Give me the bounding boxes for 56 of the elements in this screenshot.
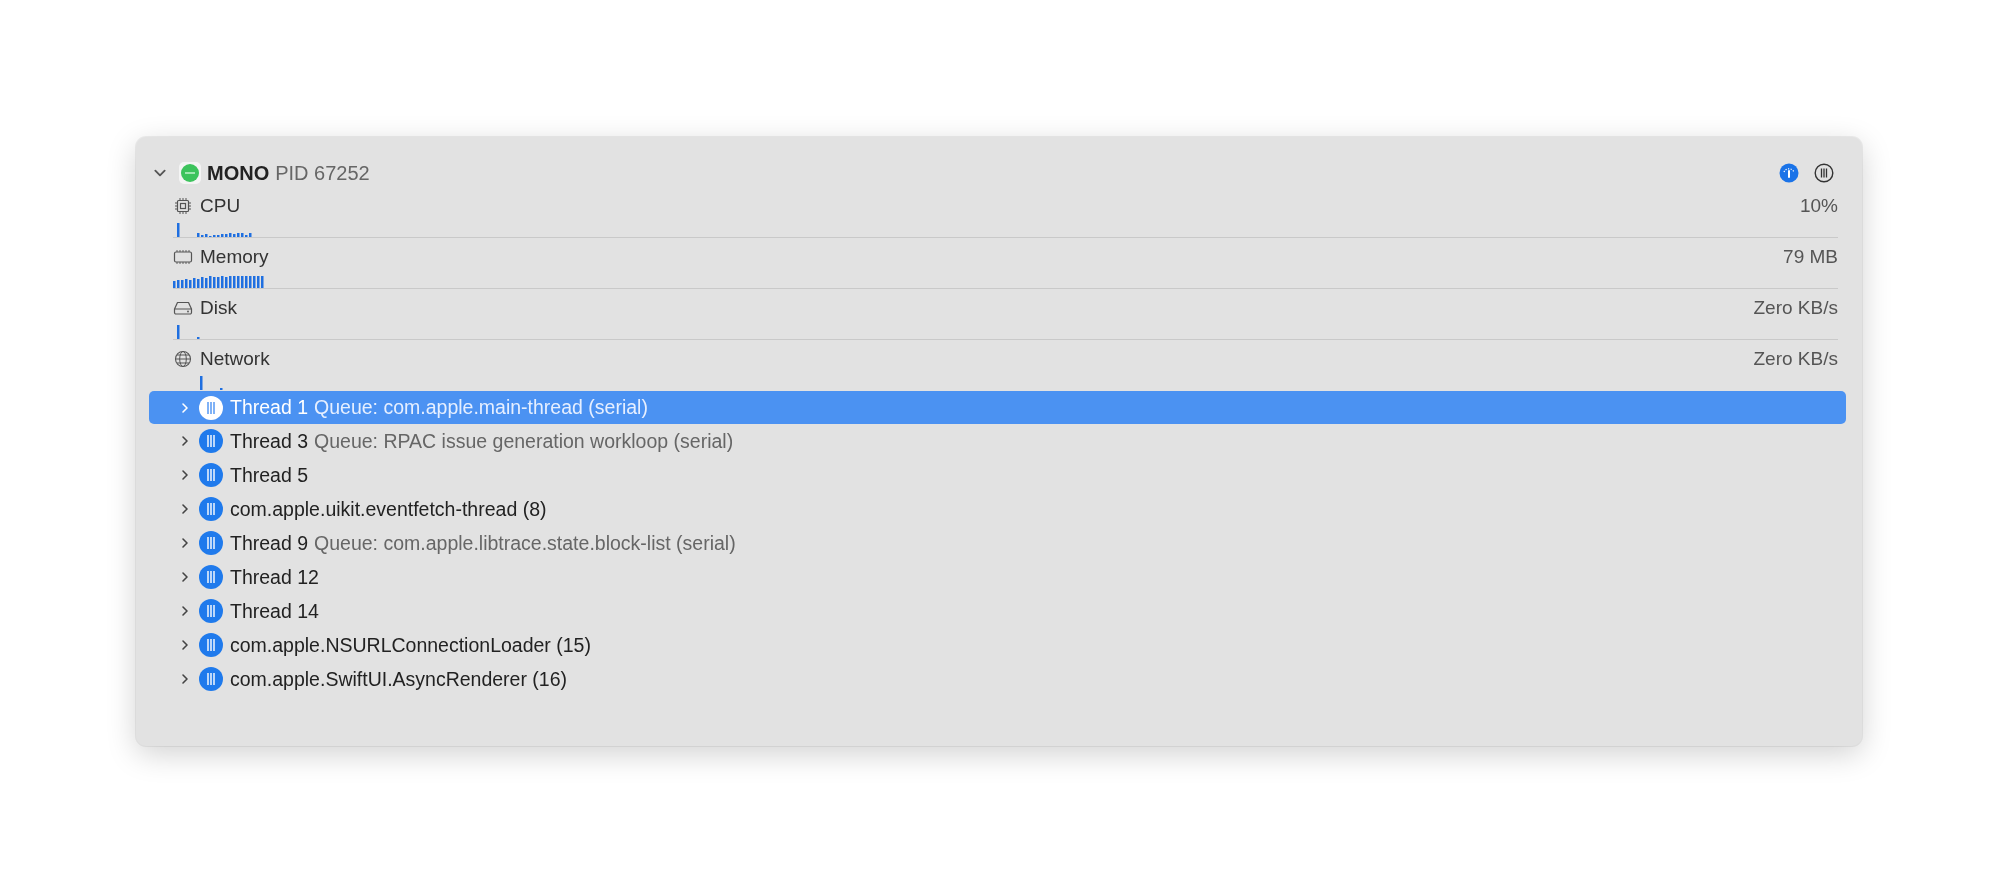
thread-icon xyxy=(199,429,223,453)
memory-icon xyxy=(173,248,193,266)
thread-icon xyxy=(199,565,223,589)
gauge-label: Network xyxy=(200,348,270,370)
chevron-icon[interactable] xyxy=(179,673,191,685)
thread-icon xyxy=(199,633,223,657)
queue-name: Queue: com.apple.libtrace.state.block-list (serial) xyxy=(314,531,736,555)
chevron-icon[interactable] xyxy=(179,639,191,651)
gauge-reading: Zero KB/s xyxy=(1753,348,1838,370)
thread-row[interactable]: Thread 14 xyxy=(149,594,1846,628)
thread-name: com.apple.SwiftUI.AsyncRenderer (16) xyxy=(230,667,568,691)
chevron-icon[interactable] xyxy=(179,571,191,583)
thread-icon xyxy=(199,497,223,521)
thread-name: Thread 3 xyxy=(230,429,309,453)
thread-row[interactable]: Thread 5 xyxy=(149,458,1846,492)
thread-name: Thread 5 xyxy=(230,463,309,487)
sparkline xyxy=(200,376,224,390)
gauge-reading: 10% xyxy=(1799,195,1838,217)
chip-icon xyxy=(173,197,193,215)
process-name: MONO xyxy=(207,161,270,185)
sparkline xyxy=(177,325,201,339)
thread-name: com.apple.uikit.eventfetch-thread (8) xyxy=(230,497,547,521)
thread-icon xyxy=(199,395,223,420)
process-id: PID 67252 xyxy=(275,161,370,185)
gauge-reading: 79 MB xyxy=(1783,246,1838,268)
drive-icon xyxy=(173,299,193,317)
thread-row[interactable]: com.apple.NSURLConnectionLoader (15) xyxy=(149,628,1846,662)
gauge-label: CPU xyxy=(200,195,241,217)
chevron-icon[interactable] xyxy=(179,537,191,549)
gauge-label: Memory xyxy=(200,246,269,268)
thread-icon xyxy=(199,599,223,623)
threads-icon[interactable] xyxy=(1814,163,1834,183)
thread-name: Thread 12 xyxy=(230,565,319,589)
thread-icon xyxy=(199,531,223,555)
thread-icon xyxy=(199,463,223,487)
thread-name: com.apple.NSURLConnectionLoader (15) xyxy=(230,633,591,657)
gauge-icon[interactable] xyxy=(1779,163,1799,183)
thread-row[interactable]: com.apple.SwiftUI.AsyncRenderer (16) xyxy=(149,662,1846,696)
gauge-reading: Zero KB/s xyxy=(1753,297,1838,319)
globe-icon xyxy=(173,350,193,368)
thread-name: Thread 1 xyxy=(230,396,309,419)
thread-row[interactable]: Thread 3 Queue: RPAC issue generation workloop (serial) xyxy=(149,424,1846,458)
app-icon xyxy=(179,162,201,184)
chevron-icon[interactable] xyxy=(179,435,191,447)
thread-row[interactable]: Thread 12 xyxy=(149,560,1846,594)
queue-name: Queue: com.apple.main-thread (serial) xyxy=(314,396,648,419)
gauge-label: Disk xyxy=(200,297,237,319)
chevron-icon[interactable] xyxy=(179,605,191,617)
thread-name: Thread 9 xyxy=(230,531,309,555)
chevron-icon[interactable] xyxy=(179,469,191,481)
thread-icon xyxy=(199,667,223,691)
thread-row[interactable]: Thread 9 Queue: com.apple.libtrace.state.block-list (serial) xyxy=(149,526,1846,560)
thread-name: Thread 14 xyxy=(230,599,319,623)
chevron-icon[interactable] xyxy=(179,503,191,515)
thread-row[interactable]: com.apple.uikit.eventfetch-thread (8) xyxy=(149,492,1846,526)
queue-name: Queue: RPAC issue generation workloop (serial) xyxy=(314,429,734,453)
